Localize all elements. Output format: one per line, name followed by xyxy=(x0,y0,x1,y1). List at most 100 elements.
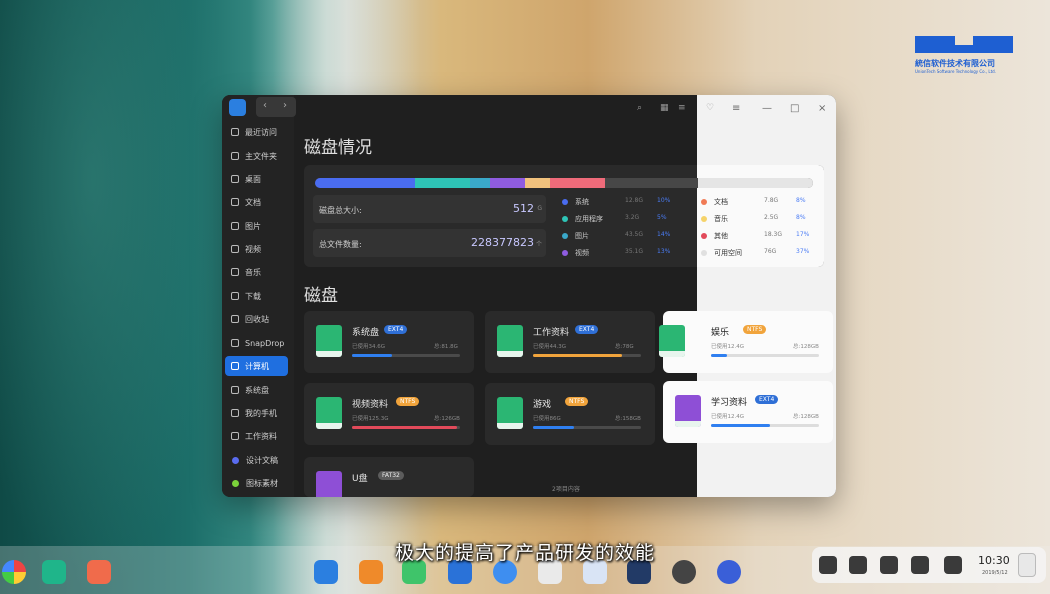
legend-dot-icon xyxy=(562,199,568,205)
phone-icon xyxy=(231,409,239,417)
sidebar-item-desktop[interactable]: 桌面 xyxy=(225,169,288,189)
sidebar-item-label: SnapDrop xyxy=(245,338,285,348)
maximize-icon[interactable]: □ xyxy=(790,103,799,114)
uniontech-logo: 統信软件技术有限公司 UnionTech Software Technology… xyxy=(915,34,1015,76)
navigation-buttons: ‹ › xyxy=(256,97,296,117)
search-icon[interactable]: ⌕ xyxy=(637,103,642,113)
legend-size: 2.5G xyxy=(764,214,779,221)
sidebar-item-label: 工作资料 xyxy=(245,431,277,441)
disk-usage-track xyxy=(711,424,819,427)
disk-card[interactable]: 娱乐 NTFS 已使用12.4G 总:128GB xyxy=(659,311,833,373)
sidebar-item-snapdrop[interactable]: SnapDrop xyxy=(225,333,288,353)
disk-drive-icon xyxy=(659,325,685,357)
sidebar-item-downloads[interactable]: 下载 xyxy=(225,286,288,306)
sidebar-item-computer[interactable]: 计算机 xyxy=(225,356,288,376)
legend-percent: 8% xyxy=(796,197,806,204)
disk-card[interactable]: 系统盘 EXT4 已使用34.6G 总:81.8G xyxy=(304,311,474,373)
disk-total: 总:158GB xyxy=(615,416,641,422)
icon-view-icon[interactable]: ▦ xyxy=(660,103,669,113)
disk-total: 总:81.8G xyxy=(434,344,458,350)
filesystem-badge: EXT4 xyxy=(384,325,408,334)
sidebar-item-my-phone[interactable]: 我的手机 xyxy=(225,403,288,423)
sidebar-item-icon-assets[interactable]: 图标素材 xyxy=(225,473,288,493)
minimize-icon[interactable]: — xyxy=(762,103,772,114)
disk-name: 系统盘 xyxy=(352,328,380,338)
menu-icon[interactable]: ≡ xyxy=(732,103,740,114)
total-size-stat: 磁盘总大小: 512 G xyxy=(313,195,546,223)
sidebar-item-recent[interactable]: 最近访问 xyxy=(225,122,288,142)
disk-usage-bar xyxy=(315,178,813,188)
disk-total: 总:126GB xyxy=(434,416,460,422)
home-icon xyxy=(231,152,239,160)
disk-name: 娱乐 xyxy=(711,328,730,338)
usage-segment-1 xyxy=(415,178,470,188)
sidebar-item-label: 图标素材 xyxy=(246,478,278,488)
sidebar-item-home[interactable]: 主文件夹 xyxy=(225,146,288,166)
sidebar-item-music[interactable]: 音乐 xyxy=(225,262,288,282)
legend-dot-icon xyxy=(701,199,707,205)
legend-size: 43.5G xyxy=(625,231,644,238)
disk-name: 学习资料 xyxy=(711,398,748,408)
legend-dot-icon xyxy=(701,250,707,256)
sidebar-item-videos[interactable]: 视频 xyxy=(225,239,288,259)
sidebar-item-pictures[interactable]: 图片 xyxy=(225,216,288,236)
disk-used: 已使用86G xyxy=(533,416,561,422)
forward-arrow-icon[interactable]: › xyxy=(283,100,287,111)
sidebar-item-system-disk[interactable]: 系统盘 xyxy=(225,380,288,400)
sidebar-item-label: 视频 xyxy=(245,244,261,254)
filesystem-badge: EXT4 xyxy=(575,325,599,334)
disk-name: 工作资料 xyxy=(533,328,570,338)
file-count-unit: 个 xyxy=(535,241,542,248)
sidebar-item-design-docs[interactable]: 设计文稿 xyxy=(225,450,288,470)
disk-name: 游戏 xyxy=(533,400,552,410)
close-icon[interactable]: × xyxy=(818,103,826,114)
settings-icon[interactable]: ♡ xyxy=(706,103,714,113)
disk-usage-fill xyxy=(533,426,574,429)
video-subtitle: 极大的提高了产品研发的效能 xyxy=(394,542,655,564)
disk-card[interactable]: U盘 FAT32 xyxy=(304,457,474,497)
usage-segment-5 xyxy=(550,178,605,188)
disk-card[interactable]: 工作资料 EXT4 已使用44.3G 总:78G xyxy=(485,311,655,373)
brand-subtitle: UnionTech Software Technology Co., Ltd. xyxy=(915,69,996,74)
legend-name: 可用空间 xyxy=(714,249,742,257)
sidebar-item-label: 回收站 xyxy=(245,314,269,324)
sidebar-item-trash[interactable]: 回收站 xyxy=(225,309,288,329)
filesystem-badge: NTFS xyxy=(565,397,589,406)
list-view-icon[interactable]: ≡ xyxy=(678,103,686,113)
sidebar-item-label: 桌面 xyxy=(245,174,261,184)
video-icon xyxy=(231,245,239,253)
usage-segment-0 xyxy=(315,178,415,188)
back-arrow-icon[interactable]: ‹ xyxy=(263,100,267,111)
file-count-value: 228377823 xyxy=(471,236,534,249)
sidebar-item-work-files[interactable]: 工作资料 xyxy=(225,426,288,446)
trash-icon xyxy=(231,315,239,323)
legend-dot-icon xyxy=(562,233,568,239)
download-icon xyxy=(231,292,239,300)
legend-item: 可用空间 76G 37% xyxy=(701,247,816,259)
clock-date: 2019/5/12 xyxy=(982,570,1008,576)
legend-dot-icon xyxy=(562,250,568,256)
filesystem-badge: NTFS xyxy=(743,325,767,334)
legend-name: 其他 xyxy=(714,232,728,240)
sidebar-item-label: 设计文稿 xyxy=(246,455,278,465)
total-size-value: 512 xyxy=(513,202,534,215)
disk-icon xyxy=(231,386,239,394)
legend-size: 35.1G xyxy=(625,248,644,255)
disk-usage-fill xyxy=(533,354,622,357)
disk-card[interactable]: 游戏 NTFS 已使用86G 总:158GB xyxy=(485,383,655,445)
disk-drive-icon xyxy=(316,397,342,429)
usage-segment-3 xyxy=(490,178,525,188)
disk-overview-title: 磁盘情况 xyxy=(304,138,372,158)
legend-percent: 5% xyxy=(657,214,667,221)
legend-name: 系统 xyxy=(575,198,589,206)
disk-card[interactable]: 学习资料 EXT4 已使用12.4G 总:128GB xyxy=(663,381,833,443)
file-manager-app-icon xyxy=(229,99,246,116)
sidebar-item-documents[interactable]: 文档 xyxy=(225,192,288,212)
clock-icon xyxy=(231,128,239,136)
legend-name: 视频 xyxy=(575,249,589,257)
status-bar-text: 2项目内容 xyxy=(552,486,580,493)
disk-card[interactable]: 视频资料 NTFS 已使用125.3G 总:126GB xyxy=(304,383,474,445)
sidebar-item-label: 图片 xyxy=(245,221,261,231)
file-manager-window: 最近访问 主文件夹 桌面 文档 图片 视频 音乐 下载 回收站 SnapDrop… xyxy=(222,95,836,497)
legend-percent: 17% xyxy=(796,231,810,238)
